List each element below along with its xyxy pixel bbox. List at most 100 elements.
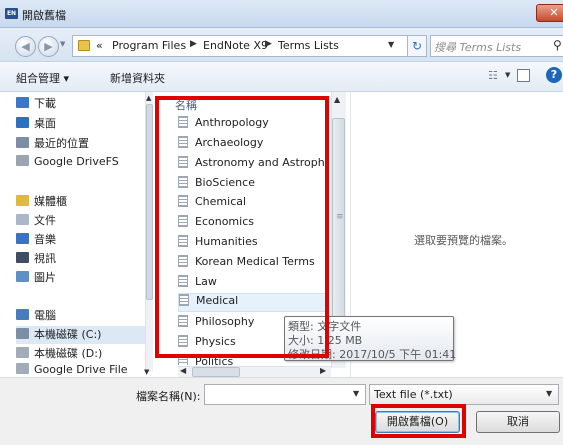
file-name: Medical: [196, 294, 239, 307]
tooltip-date: 修改日期: 2017/10/5 下午 01:41: [288, 348, 457, 361]
scroll-down-icon[interactable]: ▼: [144, 368, 149, 376]
file-item[interactable]: Archaeology: [178, 136, 326, 155]
text-file-icon: [178, 355, 188, 365]
text-file-icon: [178, 136, 188, 148]
desktop-icon: [16, 117, 29, 128]
file-name: Politics: [195, 355, 234, 365]
new-folder-button[interactable]: 新增資料夾: [110, 70, 165, 86]
breadcrumb-endnote-x9[interactable]: EndNote X9: [203, 39, 268, 52]
recent-pages-dropdown[interactable]: ▼: [60, 40, 65, 48]
scroll-up-icon[interactable]: ▲: [334, 95, 340, 104]
nav-item-label: 本機磁碟 (D:): [34, 347, 103, 360]
file-item[interactable]: Anthropology: [178, 116, 326, 135]
nav-item-label: 電腦: [34, 309, 56, 322]
text-file-icon: [178, 116, 188, 128]
file-name: Archaeology: [195, 136, 264, 149]
scroll-up-icon[interactable]: ▲: [146, 94, 151, 102]
close-button[interactable]: ✕: [536, 4, 563, 22]
file-item[interactable]: Humanities: [178, 235, 326, 254]
scroll-right-icon[interactable]: ▶: [320, 366, 326, 375]
address-dropdown-icon[interactable]: ▼: [388, 40, 394, 49]
nav-item-label: Google DriveFS: [34, 155, 119, 168]
file-item[interactable]: Chemical: [178, 195, 326, 214]
file-name: Physics: [195, 335, 236, 348]
breadcrumb-program-files[interactable]: Program Files: [112, 39, 186, 52]
file-item-hovered[interactable]: Medical: [178, 293, 326, 312]
filename-input[interactable]: [204, 384, 366, 405]
breadcrumb-overflow[interactable]: «: [96, 39, 103, 52]
computer-icon: [16, 309, 29, 320]
nav-item-videos[interactable]: 視訊: [16, 250, 146, 268]
text-file-icon: [178, 275, 188, 287]
file-name: Chemical: [195, 195, 247, 208]
view-grid-icon[interactable]: ☷: [488, 69, 498, 82]
column-header-name[interactable]: 名稱: [175, 97, 197, 113]
nav-item-google-drivefs[interactable]: Google DriveFS: [16, 155, 146, 173]
file-item[interactable]: Korean Medical Terms: [178, 255, 326, 274]
view-dropdown-icon[interactable]: ▼: [505, 71, 510, 79]
file-name: BioScience: [195, 176, 255, 189]
nav-item-label: 桌面: [34, 117, 56, 130]
file-list-hscroll-thumb[interactable]: [192, 367, 240, 377]
videos-icon: [16, 252, 29, 263]
drive-d-icon: [16, 347, 29, 358]
nav-item-label: 本機磁碟 (C:): [34, 328, 102, 341]
text-file-icon: [179, 294, 189, 306]
breadcrumb-separator-icon[interactable]: ▶: [265, 39, 272, 49]
nav-item-label: 音樂: [34, 233, 56, 246]
nav-item-label: 最近的位置: [34, 137, 89, 150]
file-name: Anthropology: [195, 116, 269, 129]
breadcrumb-separator-icon[interactable]: ▶: [190, 39, 197, 49]
refresh-button[interactable]: ↻: [407, 35, 427, 57]
search-icon[interactable]: ⚲: [553, 38, 562, 52]
file-item[interactable]: Astronomy and Astrophy: [178, 156, 326, 175]
nav-item-desktop[interactable]: 桌面: [16, 115, 146, 133]
nav-item-drive-c[interactable]: 本機磁碟 (C:): [16, 326, 146, 344]
preview-message: 選取要預覽的檔案。: [414, 234, 513, 247]
nav-item-label: Google Drive File: [34, 363, 128, 376]
filename-label: 檔案名稱(N):: [136, 390, 201, 403]
nav-item-downloads[interactable]: 下載: [16, 95, 146, 113]
window-title: 開啟舊檔: [22, 9, 66, 22]
download-folder-icon: [16, 97, 29, 108]
file-type-dropdown-icon[interactable]: ▼: [546, 389, 552, 398]
command-toolbar: [0, 62, 563, 92]
nav-item-pictures[interactable]: 圖片: [16, 269, 146, 287]
file-item[interactable]: Economics: [178, 215, 326, 234]
nav-item-music[interactable]: 音樂: [16, 231, 146, 249]
file-name: Humanities: [195, 235, 258, 248]
file-type-value: Text file (*.txt): [374, 388, 453, 401]
nav-item-documents[interactable]: 文件: [16, 212, 146, 230]
breadcrumb-terms-lists[interactable]: Terms Lists: [278, 39, 339, 52]
help-icon[interactable]: ?: [546, 67, 562, 83]
preview-pane-toggle-icon[interactable]: [517, 69, 530, 82]
nav-pane-scroll-thumb[interactable]: [146, 104, 153, 300]
text-file-icon: [178, 176, 188, 188]
text-file-icon: [178, 215, 188, 227]
open-button[interactable]: 開啟舊檔(O): [375, 411, 460, 433]
filename-dropdown-icon[interactable]: ▼: [353, 389, 359, 398]
text-file-icon: [178, 335, 188, 347]
back-button[interactable]: ◀: [15, 36, 36, 57]
folder-icon: [78, 40, 90, 51]
endnote-app-icon: EN: [5, 8, 18, 19]
nav-item-label: 圖片: [34, 271, 56, 284]
scroll-left-icon[interactable]: ◀: [180, 366, 186, 375]
file-name: Korean Medical Terms: [195, 255, 315, 268]
nav-item-label: 文件: [34, 214, 56, 227]
nav-item-libraries[interactable]: 媒體櫃: [16, 193, 146, 211]
nav-item-recent-places[interactable]: 最近的位置: [16, 135, 146, 153]
text-file-icon: [178, 255, 188, 267]
file-item[interactable]: BioScience: [178, 176, 326, 195]
pictures-icon: [16, 271, 29, 282]
organize-menu[interactable]: 組合管理 ▾: [16, 70, 69, 86]
file-item[interactable]: Law: [178, 275, 326, 294]
nav-item-drive-d[interactable]: 本機磁碟 (D:): [16, 345, 146, 363]
documents-icon: [16, 214, 29, 225]
nav-item-computer[interactable]: 電腦: [16, 307, 146, 325]
cancel-button[interactable]: 取消: [476, 411, 560, 433]
title-bar: [0, 0, 563, 28]
file-name: Philosophy: [195, 315, 255, 328]
forward-button[interactable]: ▶: [38, 36, 59, 57]
file-name: Law: [195, 275, 217, 288]
